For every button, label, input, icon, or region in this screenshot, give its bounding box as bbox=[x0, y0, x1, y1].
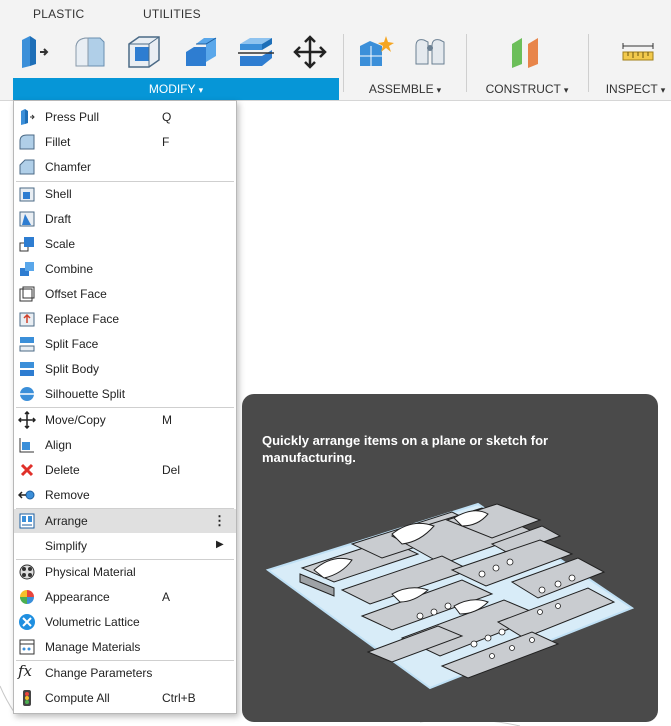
menu-item-split-body[interactable]: Split Body bbox=[14, 357, 236, 381]
fx-icon: fx bbox=[18, 662, 33, 680]
menu-item-appearance[interactable]: Appearance A bbox=[14, 585, 236, 609]
menu-item-compute-all[interactable]: Compute All Ctrl+B bbox=[14, 686, 236, 710]
split-face-icon bbox=[19, 337, 35, 352]
press-pull-icon bbox=[21, 109, 35, 125]
silhouette-split-icon bbox=[20, 387, 34, 401]
combine-icon bbox=[20, 262, 34, 276]
menu-item-scale[interactable]: Scale bbox=[14, 232, 236, 256]
offset-plane-icon[interactable] bbox=[506, 32, 546, 72]
menu-item-combine[interactable]: Combine bbox=[14, 257, 236, 281]
menu-item-delete[interactable]: Delete Del bbox=[14, 458, 236, 482]
manage-materials-icon bbox=[19, 639, 35, 655]
menu-item-draft[interactable]: Draft bbox=[14, 207, 236, 231]
tab-plastic[interactable]: PLASTIC bbox=[33, 7, 84, 21]
compute-all-icon bbox=[23, 690, 31, 706]
arrange-tooltip: Quickly arrange items on a plane or sket… bbox=[242, 394, 658, 722]
menu-item-remove[interactable]: Remove bbox=[14, 483, 236, 507]
menu-item-manage-materials[interactable]: Manage Materials bbox=[14, 635, 236, 659]
menu-item-chamfer[interactable]: Chamfer bbox=[14, 155, 236, 179]
separator bbox=[343, 34, 344, 92]
arrange-icon bbox=[19, 513, 35, 529]
offset-face-icon bbox=[19, 286, 35, 302]
menu-item-change-parameters[interactable]: fx Change Parameters bbox=[14, 661, 236, 685]
ribbon-tabs: PLASTIC UTILITIES bbox=[0, 0, 671, 28]
menu-item-align[interactable]: Align bbox=[14, 433, 236, 457]
measure-icon[interactable] bbox=[618, 32, 658, 72]
submenu-arrow-icon: ▶ bbox=[216, 539, 224, 550]
menu-item-move-copy[interactable]: Move/Copy M bbox=[14, 408, 236, 432]
modify-dropdown[interactable]: MODIFY ▾ bbox=[13, 78, 339, 100]
split-body-icon[interactable] bbox=[236, 32, 276, 72]
menu-item-shell[interactable]: Shell bbox=[14, 182, 236, 206]
fillet-icon bbox=[19, 134, 35, 150]
menu-item-volumetric-lattice[interactable]: Volumetric Lattice bbox=[14, 610, 236, 634]
menu-item-press-pull[interactable]: Press Pull Q bbox=[14, 105, 236, 129]
chamfer-icon bbox=[19, 159, 35, 175]
shell-icon bbox=[19, 187, 35, 202]
toolbar: MODIFY ▾ ASSEMBLE ▾ CONSTRUCT ▾ INSPECT ▾ bbox=[0, 28, 671, 101]
fillet-icon[interactable] bbox=[70, 32, 110, 72]
inspect-dropdown[interactable]: INSPECT ▾ bbox=[600, 78, 671, 100]
press-pull-icon[interactable] bbox=[14, 32, 54, 72]
separator bbox=[588, 34, 589, 92]
align-icon bbox=[19, 438, 34, 453]
split-body-icon bbox=[20, 362, 34, 376]
joint-icon[interactable] bbox=[410, 32, 450, 72]
assemble-dropdown[interactable]: ASSEMBLE ▾ bbox=[350, 78, 460, 100]
menu-item-fillet[interactable]: Fillet F bbox=[14, 130, 236, 154]
menu-item-physical-material[interactable]: Physical Material bbox=[14, 560, 236, 584]
menu-item-arrange[interactable]: Arrange ⋮ bbox=[14, 509, 236, 533]
combine-icon[interactable] bbox=[180, 32, 220, 72]
scale-icon bbox=[19, 237, 34, 252]
separator bbox=[466, 34, 467, 92]
tab-utilities[interactable]: UTILITIES bbox=[143, 7, 201, 21]
delete-icon bbox=[20, 463, 34, 477]
menu-item-offset-face[interactable]: Offset Face bbox=[14, 282, 236, 306]
menu-item-split-face[interactable]: Split Face bbox=[14, 332, 236, 356]
move-icon bbox=[18, 411, 36, 429]
arrange-preview-image bbox=[265, 502, 635, 690]
appearance-icon bbox=[20, 590, 34, 604]
menu-item-simplify[interactable]: Simplify ▶ bbox=[14, 534, 236, 558]
menu-item-silhouette-split[interactable]: Silhouette Split bbox=[14, 382, 236, 406]
volumetric-lattice-icon bbox=[19, 614, 35, 630]
new-component-icon[interactable] bbox=[356, 32, 396, 72]
more-options-icon[interactable]: ⋮ bbox=[213, 513, 226, 529]
draft-icon bbox=[19, 211, 35, 227]
replace-face-icon bbox=[19, 312, 35, 327]
shell-icon[interactable] bbox=[124, 32, 164, 72]
menu-item-replace-face[interactable]: Replace Face bbox=[14, 307, 236, 331]
move-icon[interactable] bbox=[290, 32, 330, 72]
construct-dropdown[interactable]: CONSTRUCT ▾ bbox=[472, 78, 582, 100]
physical-material-icon bbox=[19, 564, 35, 580]
modify-menu: Press Pull Q Fillet F Chamfer Shell Draft … bbox=[13, 100, 237, 714]
remove-icon bbox=[18, 490, 35, 500]
